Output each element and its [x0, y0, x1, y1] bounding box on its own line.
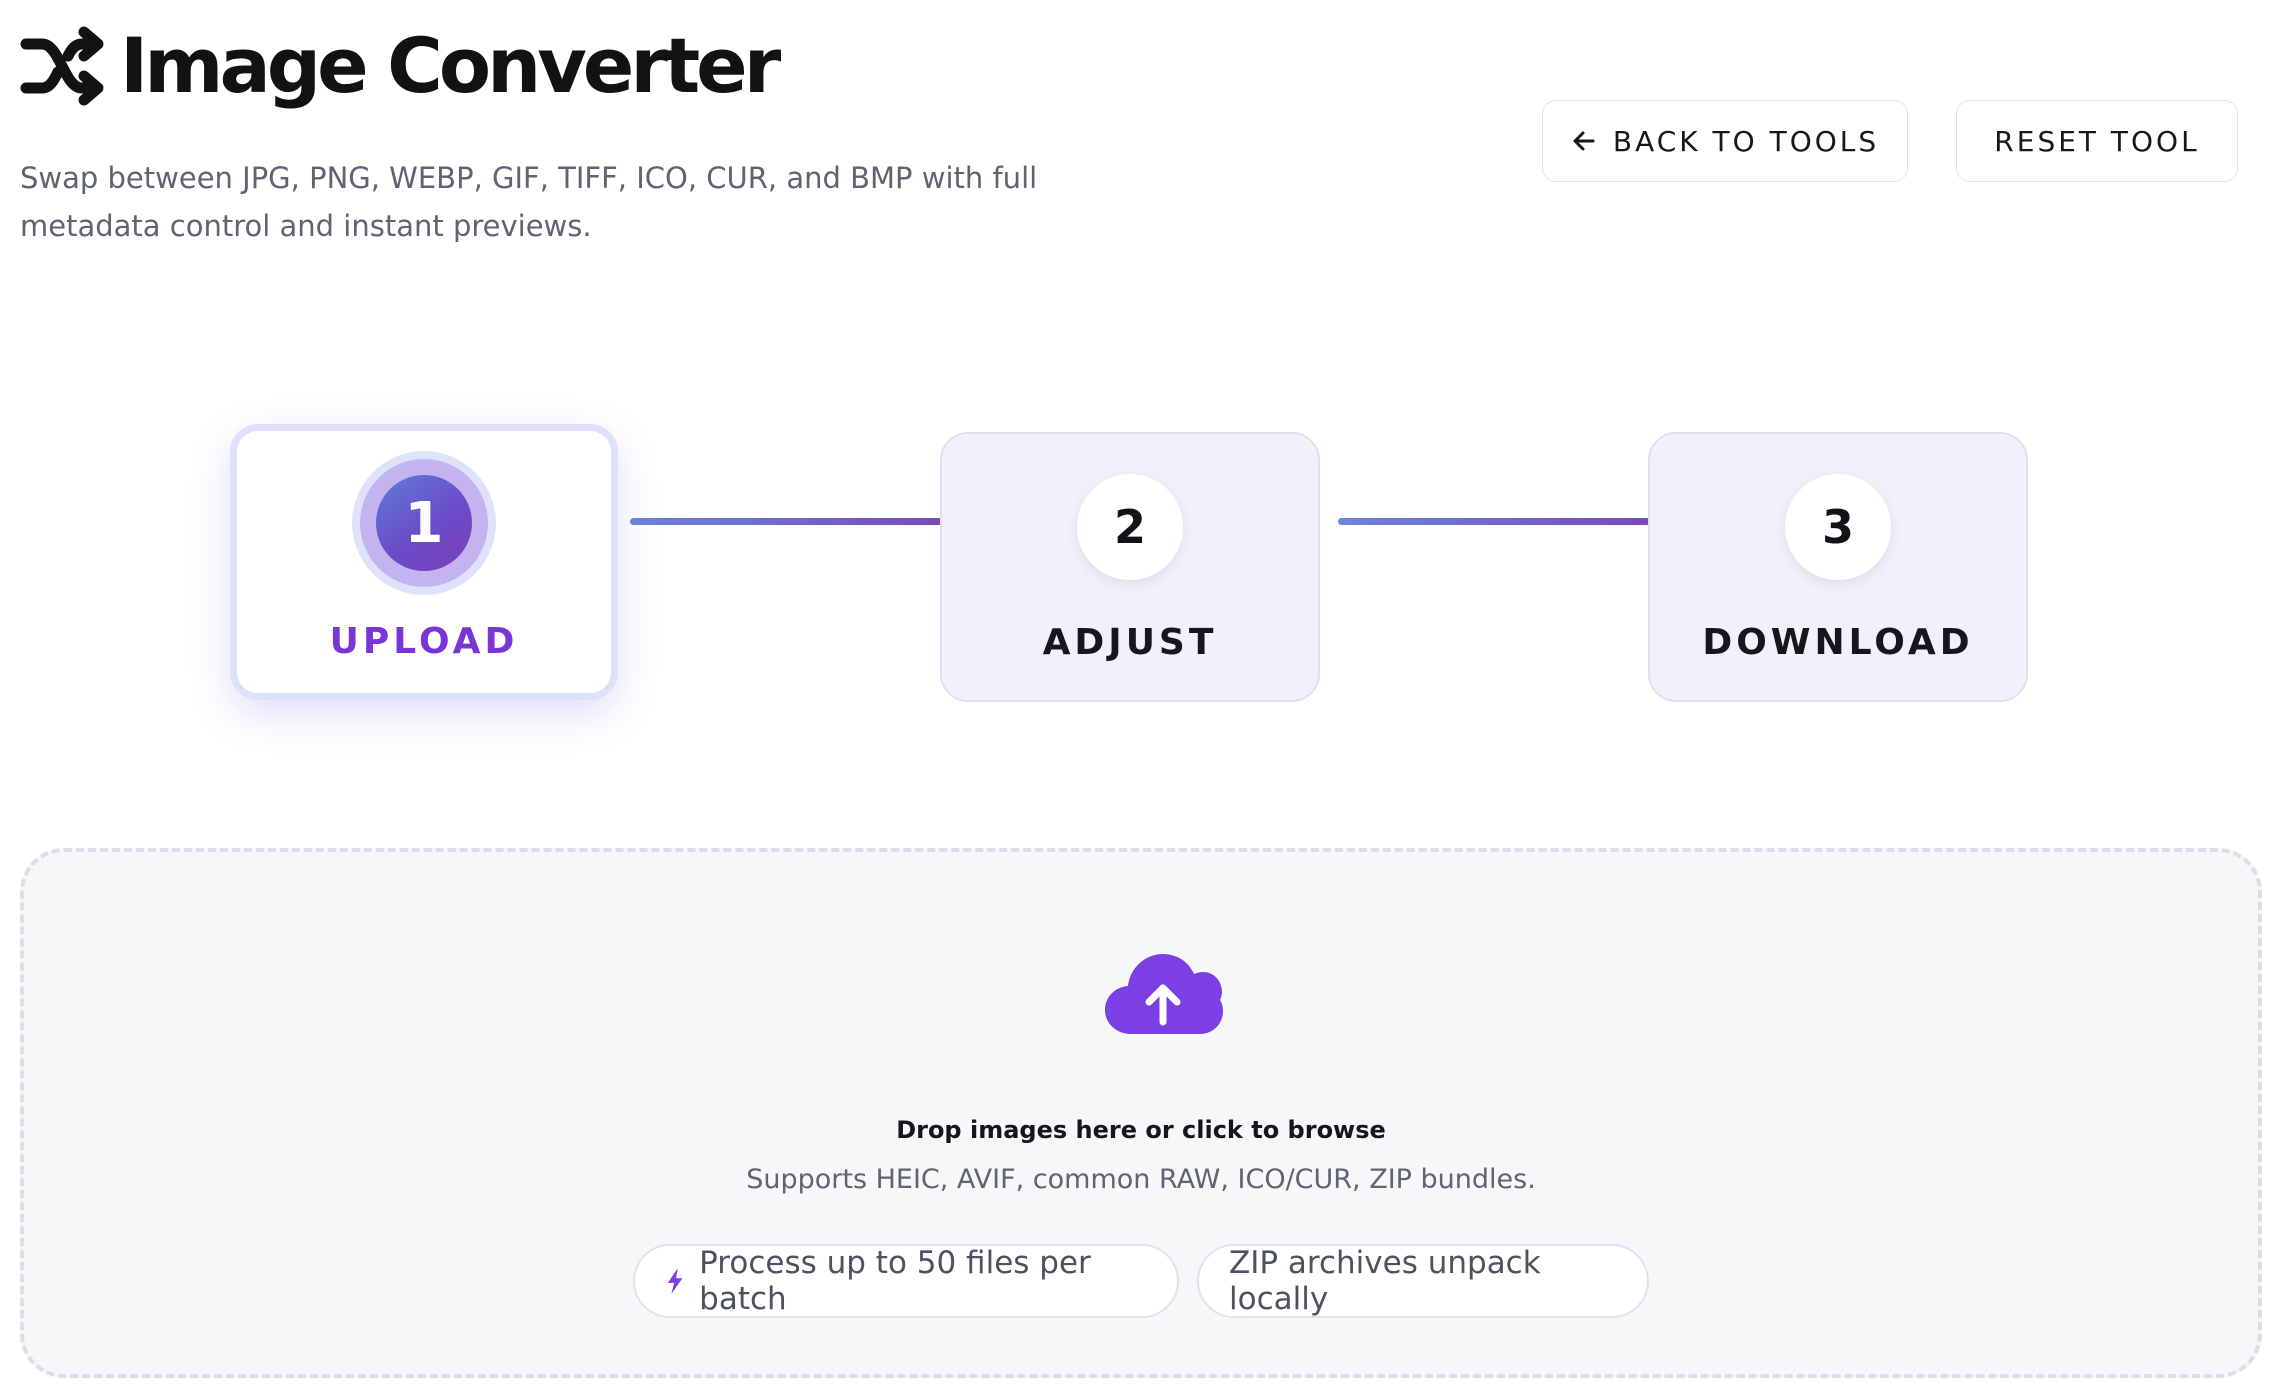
shuffle-icon [20, 26, 104, 106]
back-to-tools-button[interactable]: BACK TO TOOLS [1542, 100, 1908, 182]
step-adjust[interactable]: 2 ADJUST [940, 432, 1320, 702]
cloud-upload-icon [1105, 954, 1223, 1034]
step-number-2: 2 [1077, 474, 1183, 580]
back-to-tools-label: BACK TO TOOLS [1612, 124, 1880, 158]
chip-batch-limit: Process up to 50 files per batch [633, 1244, 1179, 1318]
feature-chips: Process up to 50 files per batch ZIP arc… [24, 1244, 2258, 1318]
step-connector-2 [1338, 518, 1650, 525]
chip-batch-label: Process up to 50 files per batch [699, 1245, 1091, 1317]
step-number-1: 1 [376, 475, 472, 571]
step-download[interactable]: 3 DOWNLOAD [1648, 432, 2028, 702]
chip-zip-label: ZIP archives unpack locally [1229, 1245, 1541, 1317]
step-label-adjust: ADJUST [1042, 622, 1218, 663]
step-connector-1 [630, 518, 942, 525]
dropzone-title: Drop images here or click to browse [896, 1116, 1386, 1144]
image-converter-page: Image Converter Swap between JPG, PNG, W… [0, 0, 2274, 1394]
step-label-upload: UPLOAD [329, 621, 519, 662]
step-label-download: DOWNLOAD [1702, 622, 1974, 663]
dropzone-subtitle: Supports HEIC, AVIF, common RAW, ICO/CUR… [746, 1164, 1536, 1195]
step-number-ring-inner: 1 [360, 459, 488, 587]
page-header: Image Converter Swap between JPG, PNG, W… [20, 18, 1060, 250]
step-number-ring: 1 [352, 451, 496, 595]
file-dropzone[interactable]: Drop images here or click to browse Supp… [20, 848, 2262, 1378]
header-actions: BACK TO TOOLS RESET TOOL [1542, 100, 2238, 182]
page-title: Image Converter [120, 21, 781, 110]
page-subtitle: Swap between JPG, PNG, WEBP, GIF, TIFF, … [20, 161, 1038, 243]
arrow-left-icon [1573, 131, 1595, 151]
step-number-3: 3 [1785, 474, 1891, 580]
step-upload[interactable]: 1 UPLOAD [230, 424, 618, 700]
title-row: Image Converter [20, 18, 1060, 114]
chip-zip-local: ZIP archives unpack locally [1197, 1244, 1649, 1318]
reset-tool-button[interactable]: RESET TOOL [1956, 100, 2238, 182]
bolt-icon [667, 1268, 683, 1294]
reset-tool-label: RESET TOOL [1994, 124, 2200, 158]
